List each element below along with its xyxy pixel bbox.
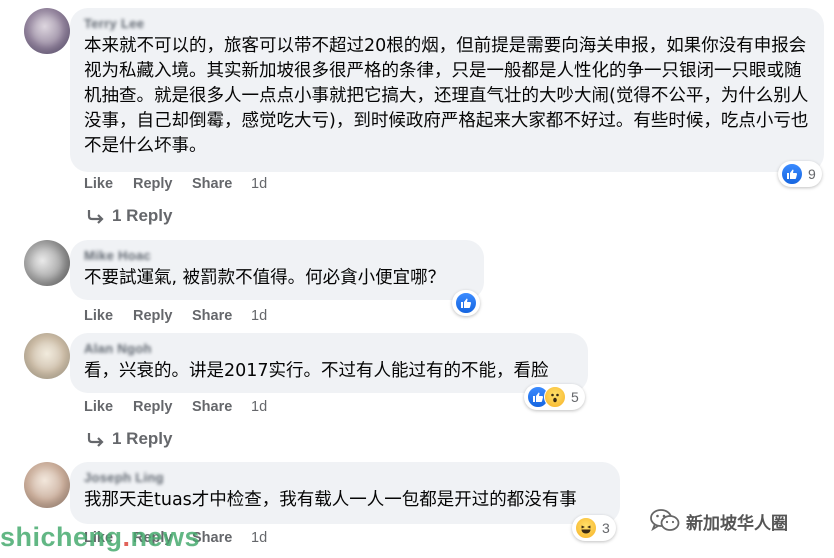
timestamp[interactable]: 1d: [251, 176, 267, 192]
comment-bubble: Alan Ngoh 看，兴衰的。讲是2017实行。不过有人能过有的不能，看脸: [70, 333, 588, 393]
watermark-suffix: news: [130, 522, 201, 552]
brand-name: 新加坡华人圈: [686, 513, 788, 534]
avatar[interactable]: [24, 462, 70, 508]
reaction-summary[interactable]: 5: [524, 384, 585, 410]
like-reaction-icon: [455, 292, 477, 314]
watermark-dot: .: [122, 522, 131, 552]
share-link[interactable]: Share: [192, 399, 232, 415]
comment-bubble: Terry Lee 本来就不可以的，旅客可以带不超过20根的烟，但前提是需要向海…: [70, 8, 824, 172]
comment-author[interactable]: Joseph Ling: [84, 470, 606, 486]
comment-author[interactable]: Alan Ngoh: [84, 341, 574, 357]
like-link[interactable]: Like: [84, 176, 113, 192]
like-link[interactable]: Like: [84, 399, 113, 415]
reaction-summary[interactable]: 3: [572, 515, 616, 541]
reaction-summary[interactable]: [452, 290, 480, 316]
comment-author[interactable]: Mike Hoac: [84, 248, 470, 264]
comment-bubble: Joseph Ling 我那天走tuas才中检查，我有载人一人一包都是开过的都没…: [70, 462, 620, 524]
avatar[interactable]: [24, 240, 70, 286]
share-link[interactable]: Share: [192, 176, 232, 192]
view-replies-link[interactable]: 1 Reply: [86, 206, 172, 226]
comment-text: 本来就不可以的，旅客可以带不超过20根的烟，但前提是需要向海关申报，如果你没有申…: [84, 36, 809, 156]
reaction-count: 5: [571, 389, 579, 405]
reply-link[interactable]: Reply: [133, 176, 173, 192]
reply-arrow-icon: [87, 210, 104, 224]
reply-arrow-icon: [87, 433, 104, 447]
comment-bubble: Mike Hoac 不要試運氣, 被罰款不值得。何必貪小便宜哪？: [70, 240, 484, 300]
watermark: shicheng.news: [0, 522, 200, 553]
timestamp[interactable]: 1d: [251, 530, 267, 546]
reply-link[interactable]: Reply: [133, 399, 173, 415]
reaction-count: 9: [808, 166, 816, 182]
view-replies-link[interactable]: 1 Reply: [86, 429, 172, 449]
watermark-prefix: shicheng: [0, 522, 123, 552]
replies-count[interactable]: 1 Reply: [112, 206, 172, 226]
like-reaction-icon: [781, 163, 803, 185]
comment-text: 不要試運氣, 被罰款不值得。何必貪小便宜哪？: [84, 268, 446, 288]
avatar[interactable]: [24, 333, 70, 379]
brand-logo: 新加坡华人圈: [650, 508, 788, 534]
wechat-icon: [650, 509, 680, 532]
avatar[interactable]: [24, 8, 70, 54]
comment-author[interactable]: Terry Lee: [84, 16, 810, 32]
like-link[interactable]: Like: [84, 308, 113, 324]
haha-reaction-icon: [575, 517, 597, 539]
reaction-summary[interactable]: 9: [778, 161, 822, 187]
timestamp[interactable]: 1d: [251, 399, 267, 415]
reply-link[interactable]: Reply: [133, 308, 173, 324]
wow-reaction-icon: [544, 386, 566, 408]
timestamp[interactable]: 1d: [251, 308, 267, 324]
share-link[interactable]: Share: [192, 308, 232, 324]
replies-count[interactable]: 1 Reply: [112, 429, 172, 449]
comment-text: 看，兴衰的。讲是2017实行。不过有人能过有的不能，看脸: [84, 361, 549, 381]
reaction-count: 3: [602, 520, 610, 536]
comment-text: 我那天走tuas才中检查，我有载人一人一包都是开过的都没有事: [84, 490, 577, 510]
